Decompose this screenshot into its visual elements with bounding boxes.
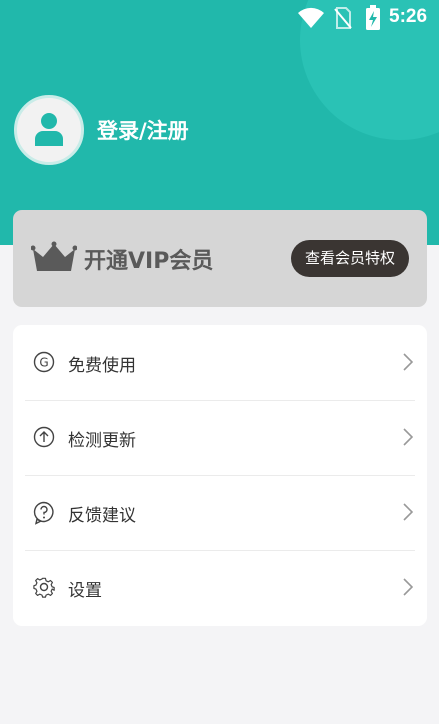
menu-item-free-use[interactable]: G 免费使用: [13, 325, 427, 400]
svg-text:G: G: [39, 356, 48, 370]
login-register-link[interactable]: 登录/注册: [97, 115, 189, 145]
status-time: 5:26: [389, 6, 428, 27]
wifi-icon: [297, 7, 325, 33]
menu-item-label: 反馈建议: [68, 506, 136, 526]
menu-item-label: 设置: [68, 581, 102, 601]
battery-charging-icon: [365, 5, 381, 35]
arrow-up-circle-icon: [33, 426, 55, 452]
chevron-right-icon: [403, 353, 414, 375]
gear-icon: [33, 576, 55, 602]
menu-item-settings[interactable]: 设置: [13, 550, 427, 625]
menu-item-check-update[interactable]: 检测更新: [13, 400, 427, 475]
settings-menu: G 免费使用 检测更新 反馈建议 设置: [13, 325, 427, 626]
view-vip-privileges-button[interactable]: 查看会员特权: [291, 240, 409, 277]
menu-item-label: 检测更新: [68, 431, 136, 451]
question-bubble-icon: [33, 501, 55, 529]
vip-title: 开通VIP会员: [84, 249, 214, 274]
g-circle-icon: G: [33, 351, 55, 377]
avatar[interactable]: [14, 95, 84, 165]
status-bar: 5:26: [0, 0, 439, 36]
person-icon: [35, 113, 63, 146]
menu-item-label: 免费使用: [68, 356, 136, 376]
chevron-right-icon: [403, 503, 414, 525]
chevron-right-icon: [403, 578, 414, 600]
no-sim-icon: [334, 6, 352, 34]
chevron-right-icon: [403, 428, 414, 450]
crown-icon: [30, 241, 78, 277]
profile-header: 5:26 登录/注册: [0, 0, 439, 245]
menu-item-feedback[interactable]: 反馈建议: [13, 475, 427, 550]
vip-banner[interactable]: 开通VIP会员 查看会员特权: [13, 210, 427, 307]
